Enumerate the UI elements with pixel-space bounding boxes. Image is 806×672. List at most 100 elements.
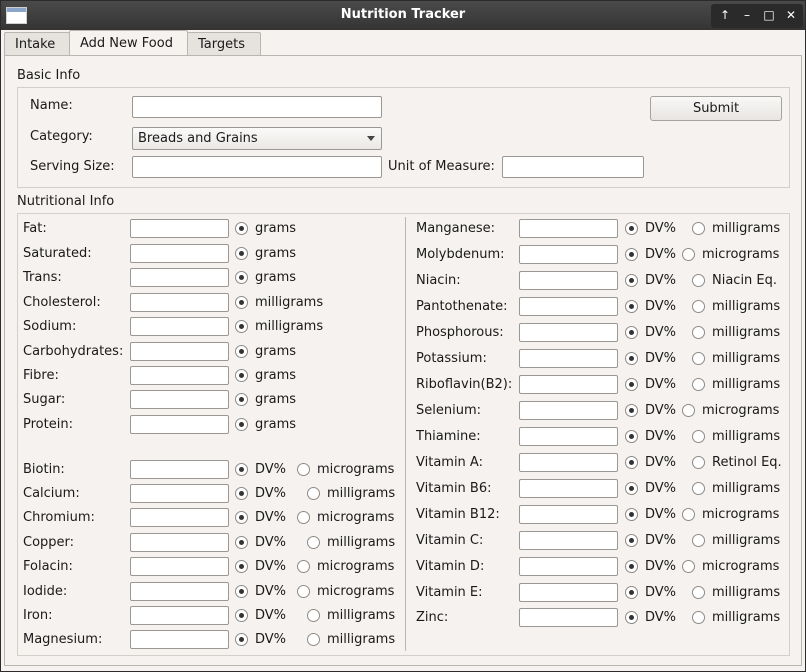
- manganese-dv-radio[interactable]: [625, 222, 638, 235]
- niacin-alt-unit-radio[interactable]: [692, 274, 705, 287]
- biotin-input[interactable]: [130, 460, 229, 479]
- vitamin-b12-alt-unit-radio[interactable]: [682, 508, 695, 521]
- potassium-dv-radio[interactable]: [625, 352, 638, 365]
- zinc-input[interactable]: [519, 608, 618, 627]
- vitamin-e-input[interactable]: [519, 583, 618, 602]
- vitamin-a-dv-radio[interactable]: [625, 456, 638, 469]
- niacin-input[interactable]: [519, 271, 618, 290]
- potassium-input[interactable]: [519, 349, 618, 368]
- manganese-alt-unit-radio[interactable]: [692, 222, 705, 235]
- vitamin-b6-input[interactable]: [519, 479, 618, 498]
- calcium-dv-radio[interactable]: [235, 487, 248, 500]
- riboflavin-b2-alt-unit-radio[interactable]: [692, 378, 705, 391]
- pantothenate-dv-radio[interactable]: [625, 300, 638, 313]
- iodide-dv-radio[interactable]: [235, 585, 248, 598]
- thiamine-dv-radio[interactable]: [625, 430, 638, 443]
- thiamine-input[interactable]: [519, 427, 618, 446]
- vitamin-b12-input[interactable]: [519, 505, 618, 524]
- vitamin-b6-alt-unit-radio[interactable]: [692, 482, 705, 495]
- vitamin-d-alt-unit-radio[interactable]: [682, 560, 695, 573]
- tab-intake[interactable]: Intake: [4, 32, 70, 56]
- tab-add-new-food[interactable]: Add New Food: [69, 30, 188, 55]
- riboflavin-b2-dv-radio[interactable]: [625, 378, 638, 391]
- sodium-input[interactable]: [130, 317, 229, 336]
- copper-alt-unit-radio[interactable]: [307, 536, 320, 549]
- copper-input[interactable]: [130, 533, 229, 552]
- iron-dv-radio[interactable]: [235, 609, 248, 622]
- folacin-input[interactable]: [130, 557, 229, 576]
- vitamin-b6-dv-radio[interactable]: [625, 482, 638, 495]
- vitamin-a-input[interactable]: [519, 453, 618, 472]
- tab-targets[interactable]: Targets: [187, 32, 261, 56]
- niacin-dv-radio[interactable]: [625, 274, 638, 287]
- vitamin-c-input[interactable]: [519, 531, 618, 550]
- vitamin-c-dv-radio[interactable]: [625, 534, 638, 547]
- serving-size-input[interactable]: [132, 156, 382, 178]
- chromium-input[interactable]: [130, 508, 229, 527]
- minimize-icon[interactable]: –: [737, 6, 757, 24]
- protein-input[interactable]: [130, 415, 229, 434]
- protein-unit-radio[interactable]: [235, 418, 248, 431]
- zinc-dv-radio[interactable]: [625, 611, 638, 624]
- calcium-alt-unit-radio[interactable]: [307, 487, 320, 500]
- submit-button[interactable]: Submit: [650, 96, 782, 121]
- pantothenate-alt-unit-radio[interactable]: [692, 300, 705, 313]
- fibre-unit-radio[interactable]: [235, 369, 248, 382]
- sodium-unit-radio[interactable]: [235, 320, 248, 333]
- vitamin-b12-dv-radio[interactable]: [625, 508, 638, 521]
- phosphorous-dv-radio[interactable]: [625, 326, 638, 339]
- calcium-input[interactable]: [130, 484, 229, 503]
- phosphorous-input[interactable]: [519, 323, 618, 342]
- chromium-dv-radio[interactable]: [235, 511, 248, 524]
- vitamin-c-alt-unit-radio[interactable]: [692, 534, 705, 547]
- magnesium-input[interactable]: [130, 630, 229, 649]
- selenium-dv-radio[interactable]: [625, 404, 638, 417]
- potassium-alt-unit-radio[interactable]: [692, 352, 705, 365]
- iodide-alt-unit-radio[interactable]: [297, 585, 310, 598]
- zinc-alt-unit-radio[interactable]: [692, 611, 705, 624]
- manganese-input[interactable]: [519, 219, 618, 238]
- carbohydrates-input[interactable]: [130, 342, 229, 361]
- selenium-input[interactable]: [519, 401, 618, 420]
- biotin-alt-unit-radio[interactable]: [297, 463, 310, 476]
- vitamin-d-input[interactable]: [519, 557, 618, 576]
- iron-alt-unit-radio[interactable]: [307, 609, 320, 622]
- biotin-dv-radio[interactable]: [235, 463, 248, 476]
- carbohydrates-unit-radio[interactable]: [235, 345, 248, 358]
- molybdenum-alt-unit-radio[interactable]: [682, 248, 695, 261]
- vitamin-d-dv-radio[interactable]: [625, 560, 638, 573]
- category-select[interactable]: Breads and Grains: [132, 127, 382, 150]
- saturated-unit-radio[interactable]: [235, 247, 248, 260]
- molybdenum-dv-radio[interactable]: [625, 248, 638, 261]
- selenium-alt-unit-radio[interactable]: [682, 404, 695, 417]
- vitamin-e-dv-radio[interactable]: [625, 586, 638, 599]
- chromium-alt-unit-radio[interactable]: [297, 511, 310, 524]
- sugar-input[interactable]: [130, 390, 229, 409]
- copper-dv-radio[interactable]: [235, 536, 248, 549]
- iron-input[interactable]: [130, 606, 229, 625]
- vitamin-e-alt-unit-radio[interactable]: [692, 586, 705, 599]
- maximize-icon[interactable]: □: [759, 6, 779, 24]
- fibre-input[interactable]: [130, 366, 229, 385]
- riboflavin-b2-input[interactable]: [519, 375, 618, 394]
- close-icon[interactable]: ✕: [781, 6, 801, 24]
- saturated-input[interactable]: [130, 244, 229, 263]
- unit-of-measure-input[interactable]: [502, 156, 644, 178]
- thiamine-alt-unit-radio[interactable]: [692, 430, 705, 443]
- fat-input[interactable]: [130, 219, 229, 238]
- iodide-input[interactable]: [130, 582, 229, 601]
- folacin-dv-radio[interactable]: [235, 560, 248, 573]
- cholesterol-input[interactable]: [130, 293, 229, 312]
- trans-input[interactable]: [130, 268, 229, 287]
- phosphorous-alt-unit-radio[interactable]: [692, 326, 705, 339]
- fat-unit-radio[interactable]: [235, 222, 248, 235]
- vitamin-a-alt-unit-radio[interactable]: [692, 456, 705, 469]
- sugar-unit-radio[interactable]: [235, 393, 248, 406]
- magnesium-dv-radio[interactable]: [235, 633, 248, 646]
- magnesium-alt-unit-radio[interactable]: [307, 633, 320, 646]
- keep-above-icon[interactable]: ↑: [715, 6, 735, 24]
- pantothenate-input[interactable]: [519, 297, 618, 316]
- cholesterol-unit-radio[interactable]: [235, 296, 248, 309]
- name-input[interactable]: [132, 96, 382, 118]
- folacin-alt-unit-radio[interactable]: [297, 560, 310, 573]
